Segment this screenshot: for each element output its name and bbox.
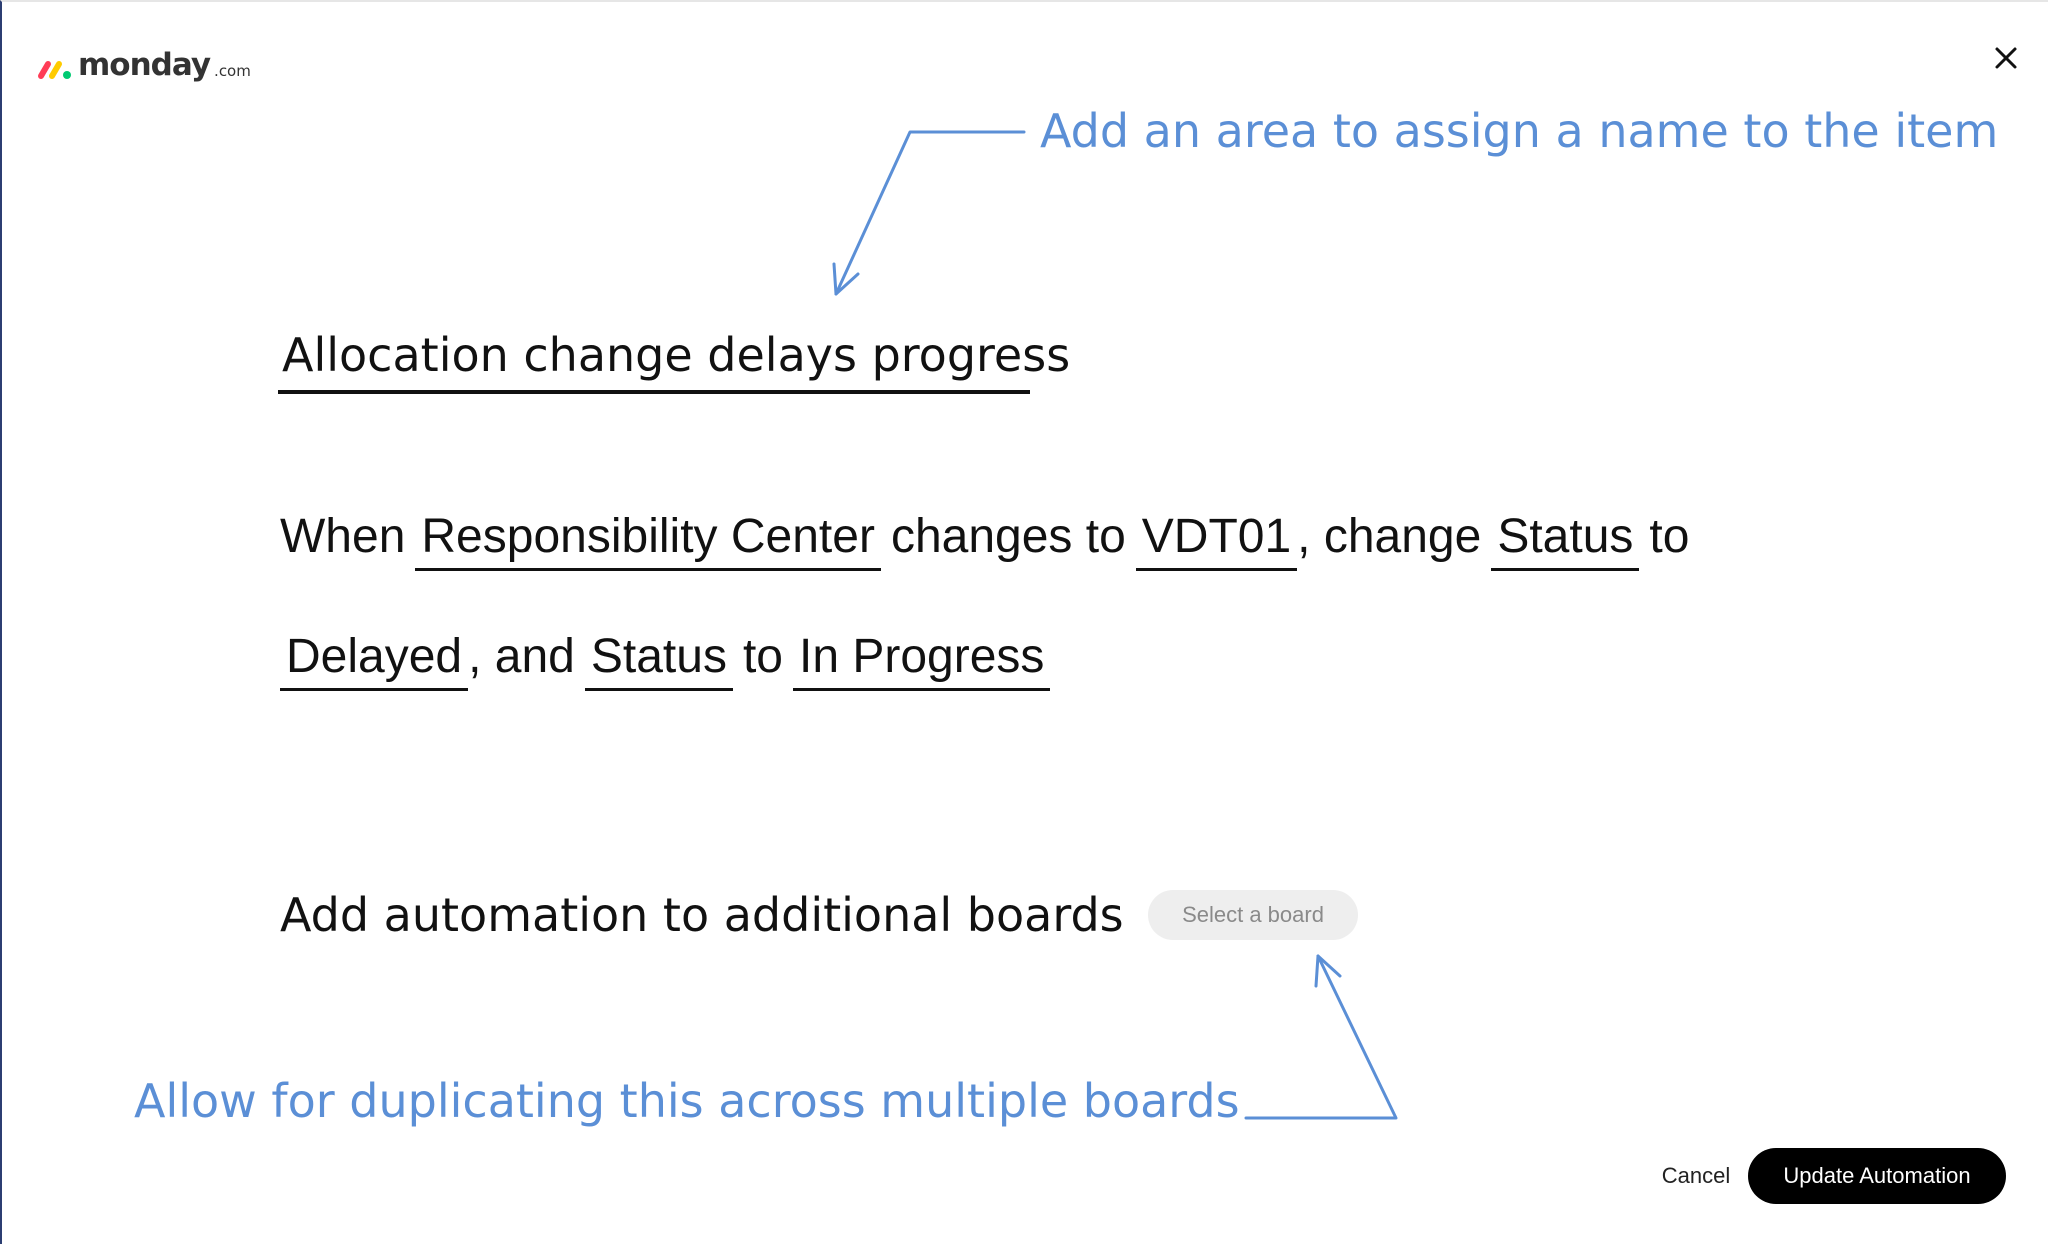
- annotation-name-area: Add an area to assign a name to the item: [1040, 104, 1999, 158]
- logo-suffix: .com: [214, 62, 251, 80]
- automation-name-field[interactable]: Allocation change delays progress: [278, 324, 1070, 394]
- trigger-column-selector[interactable]: Responsibility Center: [415, 506, 881, 571]
- logo-wordmark: monday: [78, 47, 211, 83]
- monday-logo: monday .com: [36, 42, 251, 82]
- sentence-text-to-2: to: [742, 630, 783, 683]
- monday-logo-icon: [38, 61, 71, 79]
- action-value-selector-1[interactable]: Delayed: [280, 626, 469, 691]
- action-value-selector-2[interactable]: In Progress: [792, 626, 1051, 691]
- sentence-text-when: When: [280, 510, 406, 563]
- arrow-to-name-field: [832, 130, 1026, 296]
- trigger-value-selector[interactable]: VDT01: [1135, 506, 1298, 571]
- sentence-text-comma-and: , and: [468, 630, 575, 683]
- sentence-text-changes-to: changes to: [890, 510, 1126, 563]
- automation-sentence-line-2: Delayed , and Status to In Progress: [280, 626, 1051, 692]
- sentence-text-comma-change: , change: [1297, 510, 1482, 563]
- close-icon[interactable]: [1988, 40, 2024, 76]
- automation-sentence-line-1: When Responsibility Center changes to VD…: [280, 506, 1689, 572]
- annotation-arrows: [832, 130, 1398, 1120]
- update-automation-button[interactable]: Update Automation: [1748, 1148, 2006, 1204]
- board-select-dropdown[interactable]: Select a board: [1148, 890, 1358, 940]
- annotation-duplicate-boards: Allow for duplicating this across multip…: [134, 1074, 1240, 1128]
- cancel-button[interactable]: Cancel: [1654, 1156, 1738, 1196]
- action-column-selector-2[interactable]: Status: [584, 626, 733, 691]
- sentence-text-to-1: to: [1649, 510, 1690, 563]
- action-column-selector-1[interactable]: Status: [1491, 506, 1640, 571]
- additional-boards-label: Add automation to additional boards: [280, 888, 1124, 942]
- automation-editor-dialog: monday .com Add an area to assign a name…: [0, 0, 2048, 1244]
- arrow-to-board-select: [1244, 954, 1398, 1120]
